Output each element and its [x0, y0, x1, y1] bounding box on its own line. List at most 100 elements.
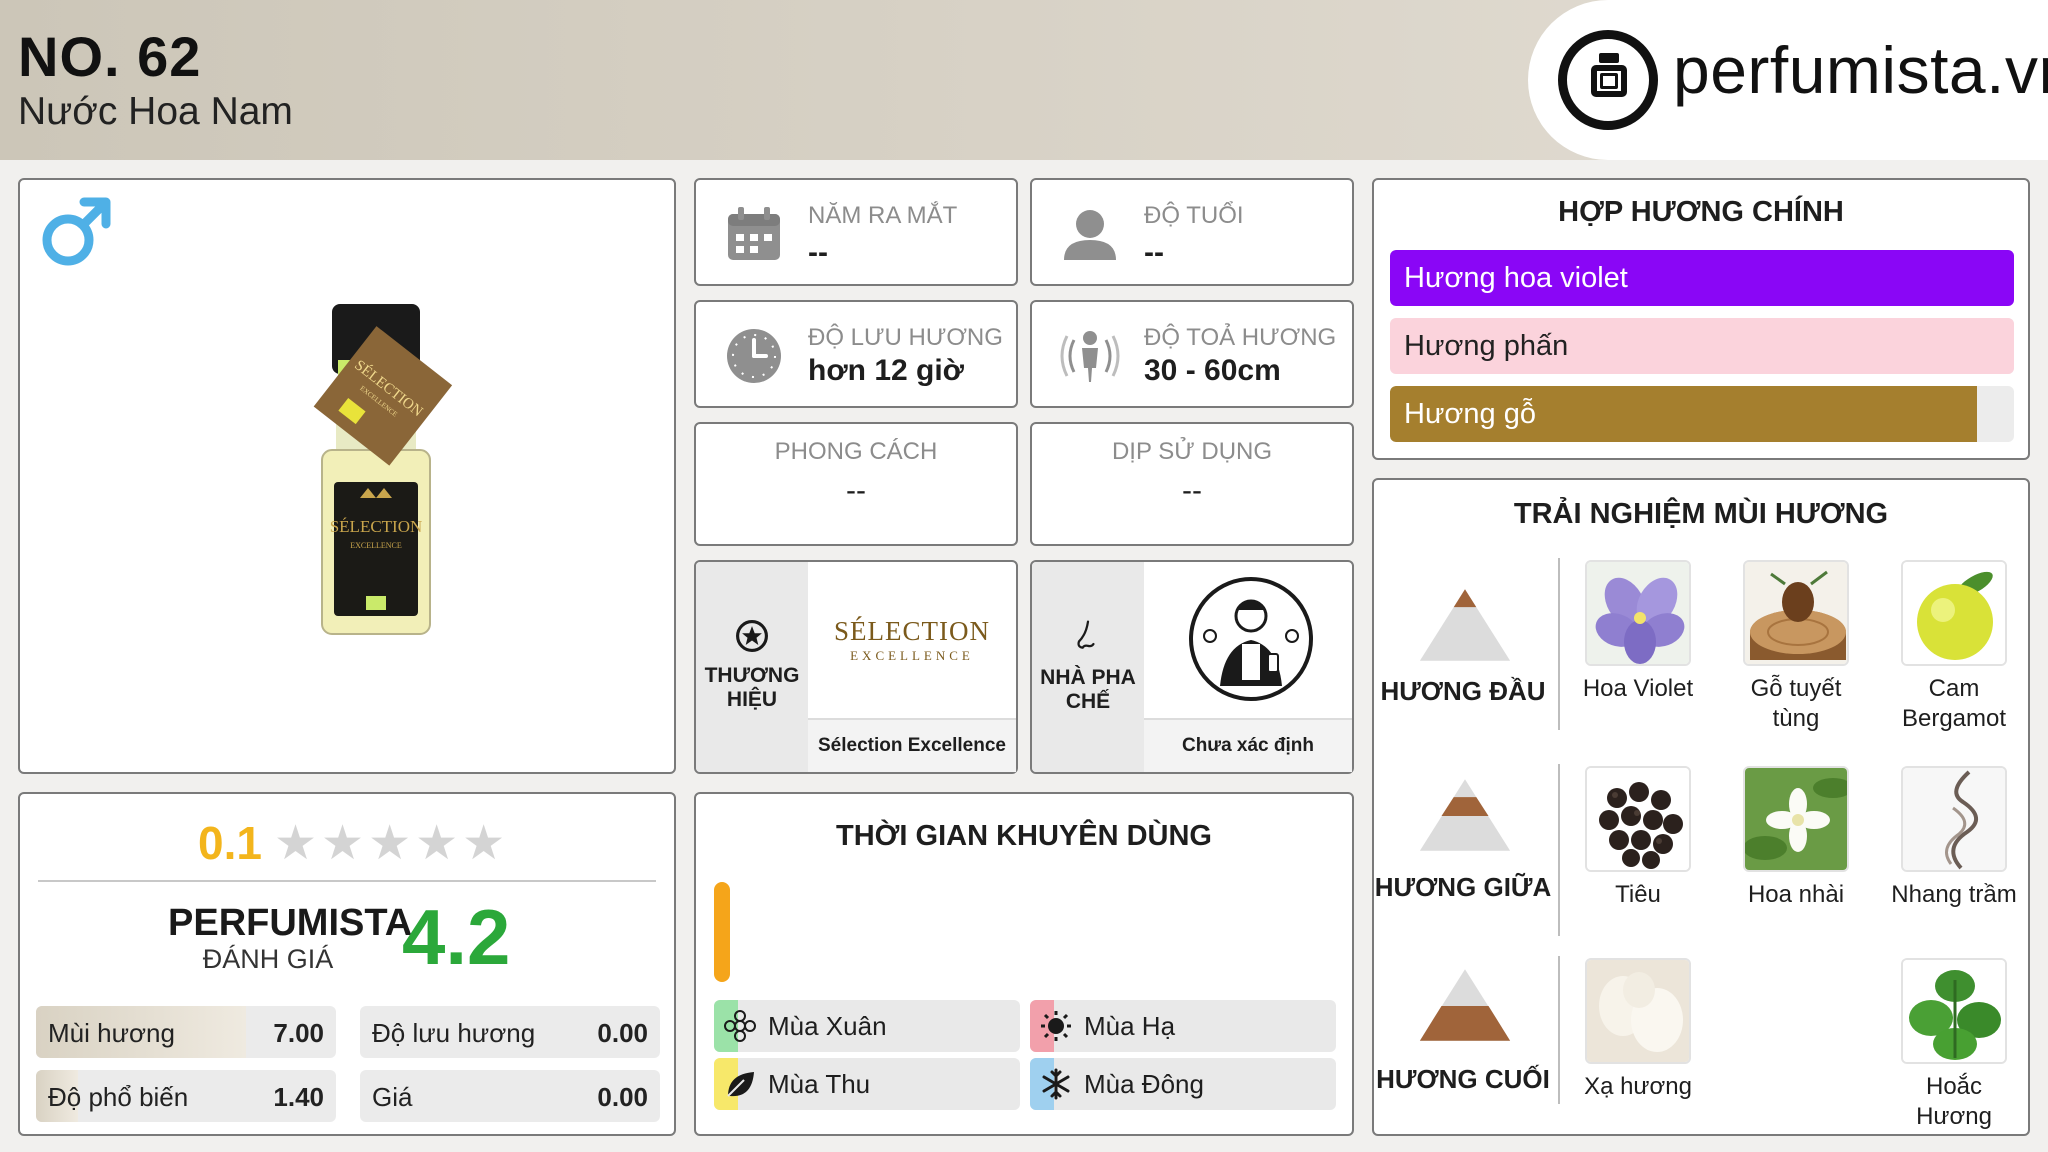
score-price: Giá 0.00	[360, 1070, 660, 1122]
star-badge-icon	[736, 620, 768, 652]
note-name: Hoắc Hương	[1916, 1073, 1992, 1130]
site-logo[interactable]: perfumista.vn	[1528, 0, 2048, 160]
star-icon[interactable]: ★	[462, 820, 505, 868]
incense-smoke-icon	[1901, 766, 2007, 872]
longevity-label: ĐỘ LƯU HƯƠNG	[808, 324, 1003, 351]
brand-logo: SÉLECTION EXCELLENCE	[808, 562, 1016, 718]
perfume-bottle-image: SÉLECTION EXCELLENCE SÉLECTION EXCELLENC…	[313, 304, 453, 635]
perfumer-avatar-icon	[1189, 577, 1313, 701]
flower-icon	[724, 1010, 756, 1042]
season-summer: Mùa Hạ	[1030, 1000, 1336, 1052]
pepper-icon	[1585, 766, 1691, 872]
brand-name: Sélection Excellence	[808, 718, 1016, 772]
star-rating[interactable]: ★ ★ ★ ★ ★	[274, 820, 505, 868]
style-value: --	[846, 474, 866, 507]
score-value: 0.00	[597, 1018, 648, 1048]
occasion-cell: DỊP SỬ DỤNG --	[1030, 422, 1354, 546]
snowflake-icon	[1042, 1068, 1070, 1100]
accord-bar-woody: Hương gỗ	[1390, 386, 2014, 442]
note-incense[interactable]: Nhang trầm	[1886, 766, 2022, 910]
brand-label: HIỆU	[726, 688, 778, 711]
product-image-panel: SÉLECTION EXCELLENCE SÉLECTION EXCELLENC…	[18, 178, 676, 774]
longevity-cell: ĐỘ LƯU HƯƠNG hơn 12 giờ	[694, 300, 1018, 408]
sillage-icon	[1060, 331, 1120, 382]
sun-icon	[1041, 1011, 1071, 1041]
header: NO. 62 Nước Hoa Nam perfumista.vn	[0, 0, 2048, 160]
age-cell: ĐỘ TUỔI --	[1030, 178, 1354, 286]
star-icon[interactable]: ★	[415, 820, 458, 868]
divider	[38, 880, 656, 882]
brand-rating-sublabel: ĐÁNH GIÁ	[202, 944, 334, 974]
season-title: THỜI GIAN KHUYÊN DÙNG	[836, 820, 1212, 852]
occasion-value: --	[1182, 474, 1202, 507]
jasmine-flower-icon	[1743, 766, 1849, 872]
release-year-value: --	[808, 236, 828, 269]
note-violet[interactable]: Hoa Violet	[1570, 560, 1706, 704]
brand-logo-line: SÉLECTION	[834, 616, 990, 646]
clock-icon	[727, 329, 781, 383]
brand-card[interactable]: THƯƠNG HIỆU SÉLECTION EXCELLENCE Sélecti…	[694, 560, 1018, 774]
notes-title: TRẢI NGHIỆM MÙI HƯƠNG	[1513, 498, 1889, 530]
male-symbol-icon	[42, 197, 111, 266]
pyramid-top-icon	[1419, 589, 1511, 661]
accord-label: Hương gỗ	[1404, 398, 1536, 430]
divider	[1558, 764, 1560, 936]
age-value: --	[1144, 236, 1164, 269]
season-spring: Mùa Xuân	[714, 1000, 1020, 1052]
star-icon[interactable]: ★	[321, 820, 364, 868]
accords-panel: HỢP HƯƠNG CHÍNH Hương hoa violet Hương p…	[1372, 178, 2030, 460]
sillage-label: ĐỘ TOẢ HƯƠNG	[1144, 324, 1337, 351]
svg-text:SÉLECTION: SÉLECTION	[330, 517, 423, 536]
day-indicator	[714, 882, 730, 982]
score-value: 0.00	[597, 1082, 648, 1112]
score-label: Mùi hương	[48, 1018, 175, 1048]
sillage-cell: ĐỘ TOẢ HƯƠNG 30 - 60cm	[1030, 300, 1354, 408]
rating-panel: 0.1 ★ ★ ★ ★ ★ PERFUMISTA ĐÁNH GIÁ 4.2 Mù…	[18, 792, 676, 1136]
brand-label: THƯƠNG	[704, 664, 800, 687]
score-popularity: Độ phổ biến 1.40	[36, 1070, 336, 1122]
star-icon[interactable]: ★	[368, 820, 411, 868]
brand-rating-label: PERFUMISTA	[168, 902, 413, 944]
note-musk[interactable]: Xạ hương	[1570, 958, 1706, 1102]
note-bergamot[interactable]: Cam Bergamot	[1886, 560, 2022, 734]
accords-title: HỢP HƯƠNG CHÍNH	[1558, 196, 1844, 228]
accord-bar-powdery: Hương phấn	[1390, 318, 2014, 374]
note-pepper[interactable]: Tiêu	[1570, 766, 1706, 910]
note-cedar[interactable]: Gỗ tuyết tùng	[1728, 560, 1864, 734]
note-jasmine[interactable]: Hoa nhài	[1728, 766, 1864, 910]
patchouli-leaf-icon	[1901, 958, 2007, 1064]
note-name: Xạ hương	[1584, 1073, 1692, 1100]
user-rating-score: 0.1	[198, 817, 262, 869]
pyramid-middle-icon	[1419, 779, 1511, 851]
perfume-bottle-logo-icon	[1558, 30, 1658, 130]
nose-icon	[1077, 620, 1095, 649]
note-name: Cam Bergamot	[1901, 675, 2007, 732]
perfumer-card[interactable]: NHÀ PHA CHẾ Chưa xác định	[1030, 560, 1354, 774]
leaf-icon	[727, 1072, 754, 1097]
note-name: Nhang trầm	[1891, 881, 2017, 908]
note-name: Gỗ tuyết tùng	[1750, 675, 1842, 732]
season-label: Mùa Đông	[1084, 1069, 1204, 1099]
logo-text: perfumista.vn	[1673, 33, 2048, 107]
cedar-wood-icon	[1743, 560, 1849, 666]
sillage-value: 30 - 60cm	[1144, 354, 1281, 387]
bergamot-fruit-icon	[1901, 560, 2007, 666]
season-winter: Mùa Đông	[1030, 1058, 1336, 1110]
brand-logo-line: EXCELLENCE	[850, 648, 974, 663]
score-scent: Mùi hương 7.00	[36, 1006, 336, 1058]
divider	[1558, 956, 1560, 1104]
season-panel: THỜI GIAN KHUYÊN DÙNG Mùa Xuân Mùa Hạ Mù…	[694, 792, 1354, 1136]
accord-bar-violet: Hương hoa violet	[1390, 250, 2014, 306]
note-name: Tiêu	[1615, 881, 1661, 908]
note-patchouli[interactable]: Hoắc Hương	[1886, 958, 2022, 1132]
base-notes-label: HƯƠNG CUỐI	[1376, 1064, 1550, 1094]
pyramid-base-icon	[1419, 969, 1511, 1041]
season-label: Mùa Thu	[768, 1069, 871, 1099]
perfume-title: NO. 62	[18, 25, 202, 88]
age-label: ĐỘ TUỔI	[1144, 202, 1244, 229]
star-icon[interactable]: ★	[274, 820, 317, 868]
season-label: Mùa Hạ	[1084, 1011, 1176, 1041]
perfumer-label: CHẾ	[1065, 690, 1111, 713]
svg-text:EXCELLENCE: EXCELLENCE	[350, 541, 402, 550]
violet-flower-icon	[1585, 560, 1691, 666]
